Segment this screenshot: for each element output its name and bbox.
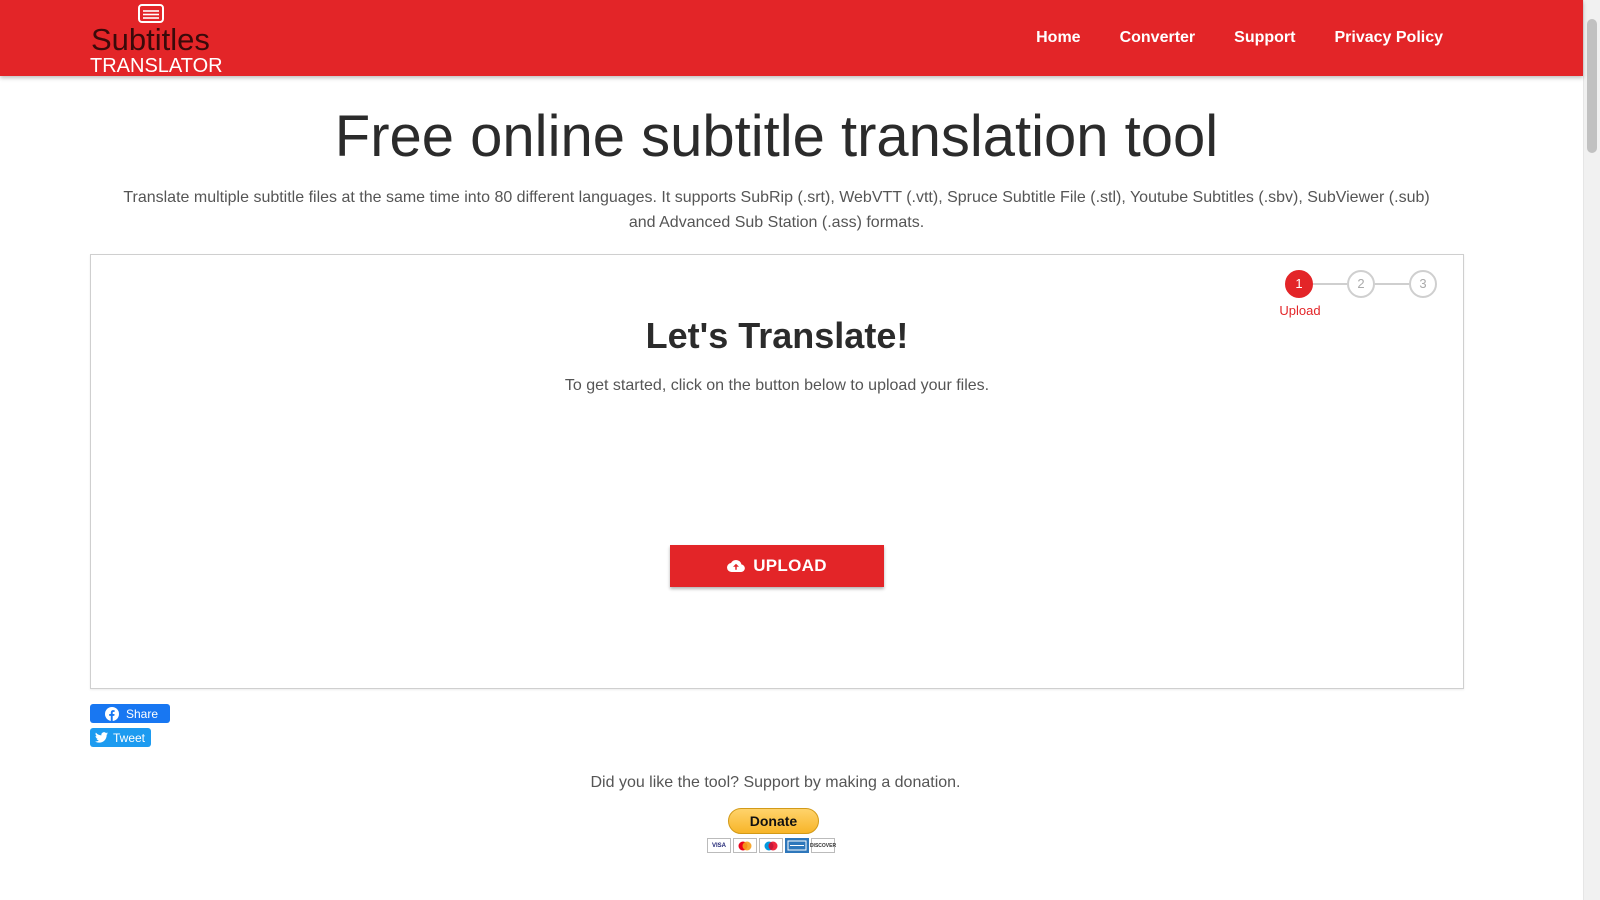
- site-logo[interactable]: Subtitles TRANSLATOR: [90, 2, 223, 77]
- facebook-icon: [105, 706, 119, 721]
- nav-support[interactable]: Support: [1234, 29, 1295, 47]
- step-connector: [1375, 283, 1409, 285]
- mastercard-icon: [733, 838, 757, 853]
- step-number: 2: [1357, 276, 1365, 291]
- progress-stepper: 1 2 3 Upload: [1279, 270, 1445, 320]
- tweet-label: Tweet: [113, 730, 146, 745]
- paypal-donate-button[interactable]: Donate: [728, 808, 819, 834]
- page-description: Translate multiple subtitle files at the…: [123, 189, 1430, 231]
- vertical-scrollbar[interactable]: [1583, 0, 1600, 900]
- share-label: Share: [126, 706, 159, 721]
- top-navbar: Subtitles TRANSLATOR Home Converter Supp…: [0, 0, 1583, 76]
- step-connector: [1313, 283, 1347, 285]
- translate-card: 1 2 3 Upload Let's Translate! To get sta…: [90, 254, 1464, 689]
- scrollbar-thumb[interactable]: [1587, 19, 1597, 153]
- nav-home[interactable]: Home: [1036, 29, 1080, 47]
- card-instructions: To get started, click on the button belo…: [564, 377, 990, 394]
- logo-subtext: TRANSLATOR: [90, 55, 223, 77]
- twitter-tweet-button[interactable]: Tweet: [90, 728, 151, 747]
- page-title: Free online subtitle translation tool: [334, 104, 1219, 169]
- step-3[interactable]: 3: [1409, 270, 1437, 298]
- step-number: 1: [1295, 276, 1303, 291]
- discover-card-icon: DISCOVER: [810, 838, 836, 853]
- twitter-bird-icon: [95, 732, 108, 743]
- step-1[interactable]: 1: [1285, 270, 1313, 298]
- payment-cards: VISA DISCOVER: [707, 838, 841, 854]
- donation-text: Did you like the tool? Support by making…: [590, 774, 961, 791]
- cloud-upload-icon: [727, 559, 746, 572]
- nav-privacy-policy[interactable]: Privacy Policy: [1334, 29, 1443, 47]
- logo-wordmark: Subtitles: [91, 22, 210, 57]
- maestro-icon: [759, 838, 783, 853]
- facebook-share-button[interactable]: Share: [90, 704, 170, 723]
- amex-icon: [785, 838, 809, 853]
- visa-card-icon: VISA: [707, 838, 731, 853]
- upload-button-label: UPLOAD: [753, 556, 827, 575]
- main-nav: Home Converter Support Privacy Policy: [997, 0, 1443, 76]
- upload-button[interactable]: UPLOAD: [670, 545, 884, 587]
- subtitles-icon: [138, 4, 164, 23]
- nav-converter[interactable]: Converter: [1120, 29, 1196, 47]
- step-2[interactable]: 2: [1347, 270, 1375, 298]
- card-title: Let's Translate!: [645, 315, 909, 356]
- step-number: 3: [1419, 276, 1427, 291]
